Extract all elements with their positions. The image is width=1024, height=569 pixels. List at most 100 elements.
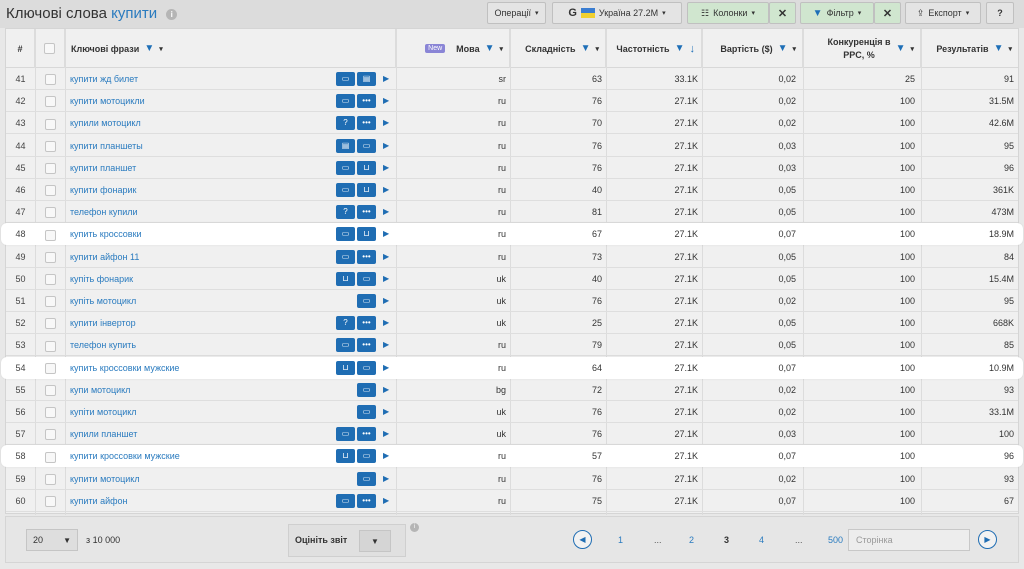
chat-icon[interactable]: ▭ <box>357 294 376 308</box>
export-dropdown[interactable]: ⇪ Експорт ▾ <box>905 2 981 24</box>
keyword-link[interactable]: купити жд билет <box>70 68 330 90</box>
table-row[interactable]: 47 телефон купили ? ••• ▶ ru 81 27.1K 0,0… <box>6 201 1018 224</box>
chat-icon[interactable]: ▭ <box>336 94 355 109</box>
table-row[interactable]: 43 купили мотоцикл ? ••• ▶ ru 70 27.1K 0,… <box>6 112 1018 135</box>
page-link[interactable]: 3 <box>724 535 729 545</box>
cart-icon[interactable]: ⊔ <box>336 271 355 286</box>
chevron-down-icon[interactable]: ▾ <box>792 45 796 53</box>
info-icon[interactable]: i <box>166 8 178 20</box>
row-checkbox[interactable] <box>44 318 56 330</box>
table-row[interactable]: 45 купити планшет ▭ ⊔ ▶ ru 76 27.1K 0,03 … <box>6 157 1018 179</box>
chevron-right-icon[interactable]: ▶ <box>383 268 389 290</box>
row-checkbox[interactable] <box>44 118 56 130</box>
page-link[interactable]: 4 <box>759 535 764 545</box>
table-row[interactable]: 41 купити жд билет ▭ ▤ ▶ sr 63 33.1K 0,02… <box>6 68 1018 90</box>
header-competition[interactable]: Конкуренція в PPC, % ▼ ▾ <box>803 29 921 68</box>
columns-dropdown[interactable]: ☷ Колонки ▾ <box>687 2 769 24</box>
table-row[interactable]: 42 купити мотоцикли ▭ ••• ▶ ru 76 27.1K 0… <box>6 90 1018 113</box>
more-icon[interactable]: ••• <box>357 427 376 442</box>
keyword-link[interactable]: телефон купить <box>70 334 330 356</box>
funnel-icon[interactable]: ▼ <box>778 43 788 54</box>
chevron-down-icon[interactable]: ▾ <box>159 45 163 53</box>
table-row[interactable]: 50 купіть фонарик ⊔ ▭ ▶ uk 40 27.1K 0,05 … <box>6 268 1018 290</box>
chat-icon[interactable]: ▭ <box>357 138 376 153</box>
header-results[interactable]: Результатів ▼ ▾ <box>921 29 1018 68</box>
table-row[interactable]: 51 купіть мотоцикл ▭ ▶ uk 76 27.1K 0,02 … <box>6 290 1018 312</box>
keyword-link[interactable]: купити планшеты <box>70 135 330 157</box>
table-row[interactable]: 57 купили планшет ▭ ••• ▶ uk 76 27.1K 0,0… <box>6 423 1018 446</box>
keyword-link[interactable]: купити айфон 11 <box>70 246 330 268</box>
chevron-right-icon[interactable]: ▶ <box>383 112 389 134</box>
keyword-link[interactable]: купи мотоцикл <box>70 379 330 401</box>
keyword-link[interactable]: купити мотоцикл <box>70 468 330 490</box>
row-checkbox[interactable] <box>44 74 56 86</box>
chat-icon[interactable]: ▭ <box>357 382 376 397</box>
sort-desc-icon[interactable]: ↓ <box>690 43 696 55</box>
chat-icon[interactable]: ▭ <box>357 405 376 419</box>
row-checkbox[interactable] <box>44 251 56 263</box>
operations-dropdown[interactable]: Операції ▾ <box>487 2 546 24</box>
page-link[interactable]: 1 <box>618 535 623 545</box>
table-row[interactable]: 46 купити фонарик ▭ ⊔ ▶ ru 40 27.1K 0,05 … <box>6 179 1018 201</box>
row-checkbox[interactable] <box>44 207 56 219</box>
page-link[interactable]: 2 <box>689 535 694 545</box>
table-row[interactable]: 53 телефон купить ▭ ••• ▶ ru 79 27.1K 0,0… <box>6 334 1018 357</box>
table-row[interactable]: 56 купіти мотоцикл ▭ ▶ uk 76 27.1K 0,02 … <box>6 401 1018 423</box>
chevron-right-icon[interactable]: ▶ <box>383 445 389 467</box>
keyword-link[interactable]: купіти мотоцикл <box>70 401 330 423</box>
row-checkbox[interactable] <box>44 429 56 441</box>
chat-icon[interactable]: ▭ <box>336 183 355 197</box>
row-checkbox[interactable] <box>44 273 56 285</box>
chat-icon[interactable]: ▭ <box>357 449 376 464</box>
question-icon[interactable]: ? <box>336 116 355 131</box>
keyword-link[interactable]: купити планшет <box>70 157 330 179</box>
per-page-select[interactable]: 20 ▼ <box>26 529 78 551</box>
row-checkbox[interactable] <box>44 473 56 485</box>
table-row[interactable]: 55 купи мотоцикл ▭ ▶ bg 72 27.1K 0,02 10… <box>6 379 1018 401</box>
funnel-icon[interactable]: ▼ <box>485 43 495 54</box>
chevron-down-icon[interactable]: ▾ <box>1008 45 1012 53</box>
more-icon[interactable]: ••• <box>357 116 376 131</box>
chevron-down-icon[interactable]: ▾ <box>595 45 599 53</box>
more-icon[interactable]: ••• <box>357 205 376 220</box>
keyword-link[interactable]: купити інвертор <box>70 312 330 334</box>
header-lang[interactable]: New Мова ▼ ▾ <box>396 29 510 68</box>
page-number-input[interactable]: Сторінка <box>848 529 970 551</box>
select-all-checkbox[interactable] <box>44 43 55 54</box>
funnel-icon[interactable]: ▼ <box>581 43 591 54</box>
chevron-right-icon[interactable]: ▶ <box>383 246 389 268</box>
chat-icon[interactable]: ▭ <box>357 471 376 486</box>
row-checkbox[interactable] <box>44 451 56 463</box>
funnel-icon[interactable]: ▼ <box>144 43 154 54</box>
keyword-link[interactable]: купіть мотоцикл <box>70 290 330 312</box>
chevron-right-icon[interactable]: ▶ <box>383 379 389 401</box>
page-link[interactable]: 500 <box>828 535 843 545</box>
more-icon[interactable]: ••• <box>357 338 376 353</box>
row-checkbox[interactable] <box>44 229 56 241</box>
row-checkbox[interactable] <box>44 362 56 374</box>
row-checkbox[interactable] <box>44 140 56 152</box>
table-row[interactable]: 52 купити інвертор ? ••• ▶ uk 25 27.1K 0,… <box>6 312 1018 335</box>
header-keyword[interactable]: Ключові фрази ▼ ▾ <box>65 29 396 68</box>
chevron-right-icon[interactable]: ▶ <box>383 312 389 334</box>
chevron-right-icon[interactable]: ▶ <box>383 201 389 223</box>
funnel-icon[interactable]: ▼ <box>896 43 906 54</box>
cart-icon[interactable]: ⊔ <box>357 160 376 175</box>
country-dropdown[interactable]: G Україна 27.2M ▾ <box>552 2 682 24</box>
keyword-link[interactable]: купіть фонарик <box>70 268 330 290</box>
keyword-link[interactable]: купили планшет <box>70 423 330 445</box>
funnel-icon[interactable]: ▼ <box>994 43 1004 54</box>
chevron-right-icon[interactable]: ▶ <box>383 423 389 445</box>
chat-icon[interactable]: ▭ <box>336 427 355 442</box>
funnel-icon[interactable]: ▼ <box>675 43 685 54</box>
chat-icon[interactable]: ▭ <box>357 360 376 375</box>
chevron-right-icon[interactable]: ▶ <box>383 334 389 356</box>
more-icon[interactable]: ••• <box>357 493 376 508</box>
info-icon[interactable]: i <box>410 523 419 532</box>
row-checkbox[interactable] <box>44 495 56 507</box>
keyword-link[interactable]: купили мотоцикл <box>70 112 330 134</box>
keyword-link[interactable]: телефон купили <box>70 201 330 223</box>
header-difficulty[interactable]: Складність ▼ ▾ <box>510 29 606 68</box>
chevron-right-icon[interactable]: ▶ <box>383 135 389 157</box>
header-frequency[interactable]: Частотність ▼ ↓ <box>606 29 702 68</box>
